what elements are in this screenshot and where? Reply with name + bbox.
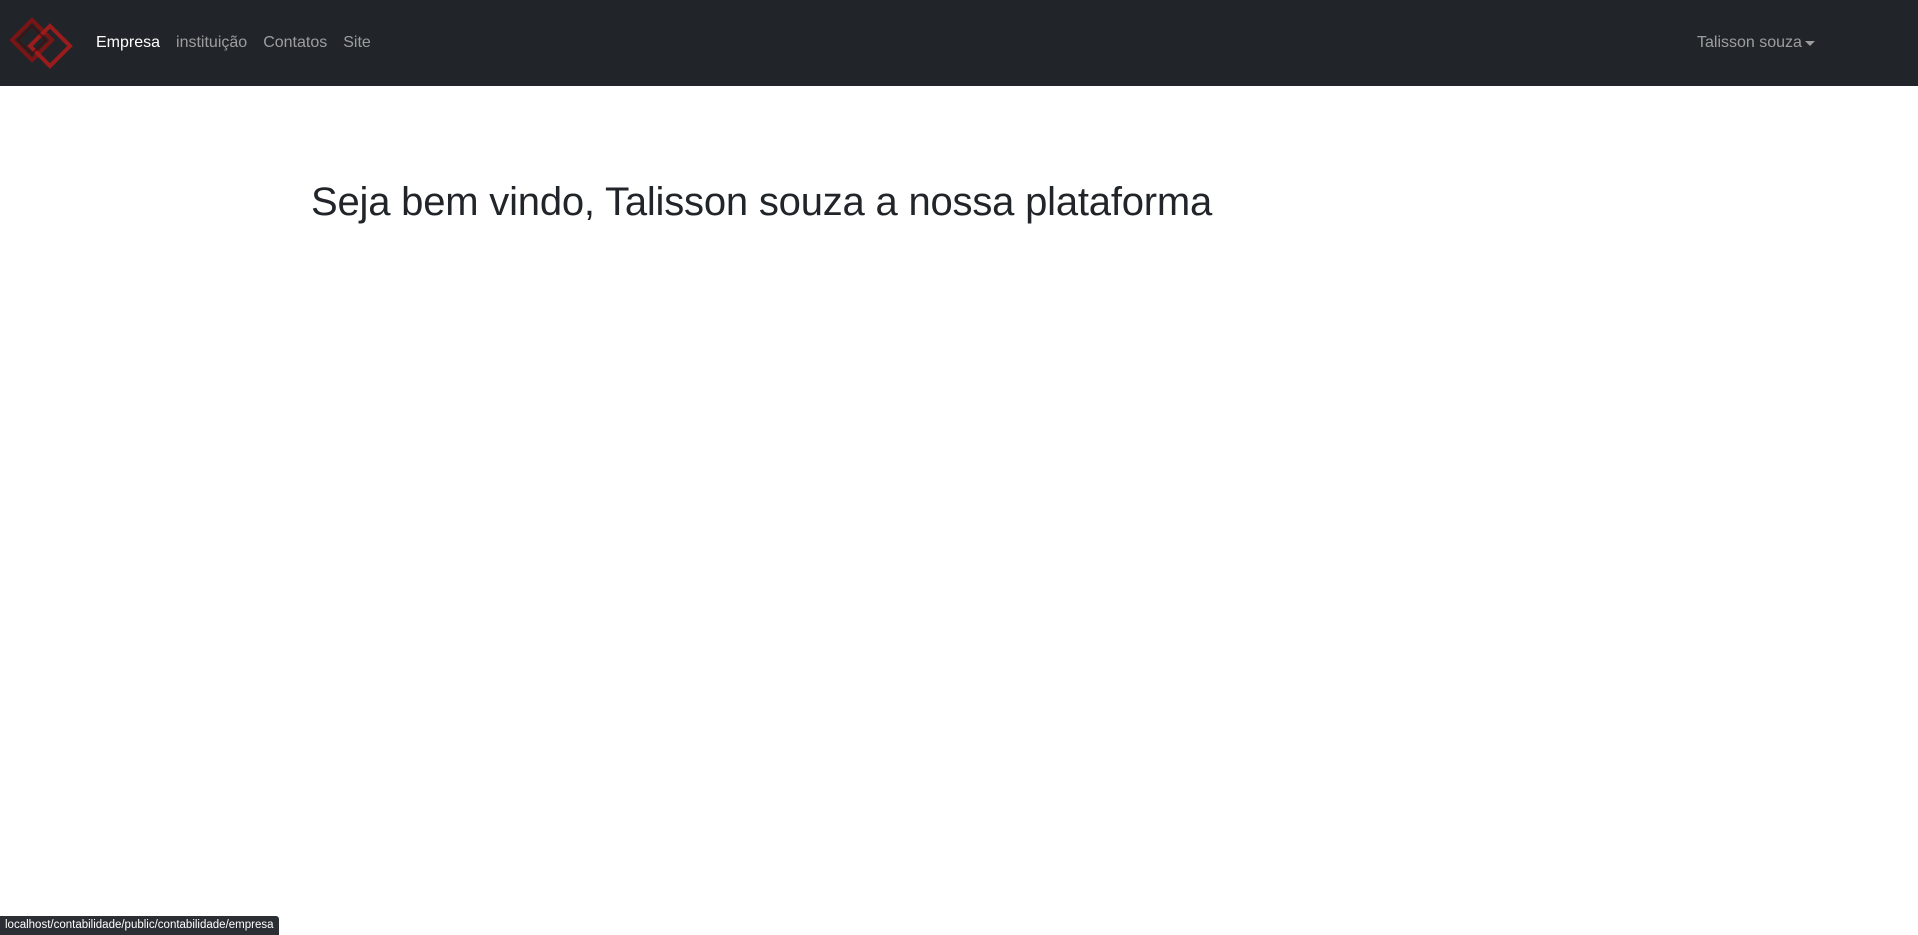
nav-item-empresa[interactable]: Empresa	[96, 34, 160, 51]
user-name-label: Talisson souza	[1697, 34, 1802, 51]
top-navbar: Empresa instituição Contatos Site Taliss…	[0, 0, 1918, 86]
nav-item-instituicao[interactable]: instituição	[176, 34, 247, 51]
nav-links: Empresa instituição Contatos Site	[96, 0, 387, 86]
caret-down-icon	[1804, 41, 1815, 46]
user-menu-dropdown[interactable]: Talisson souza	[1697, 0, 1815, 86]
nav-item-contatos[interactable]: Contatos	[263, 34, 327, 51]
status-bar-url: localhost/contabilidade/public/contabili…	[0, 916, 279, 935]
diamond-logo-icon[interactable]	[10, 14, 74, 70]
welcome-heading: Seja bem vindo, Talisson souza a nossa p…	[311, 180, 1213, 224]
nav-item-site[interactable]: Site	[343, 34, 371, 51]
